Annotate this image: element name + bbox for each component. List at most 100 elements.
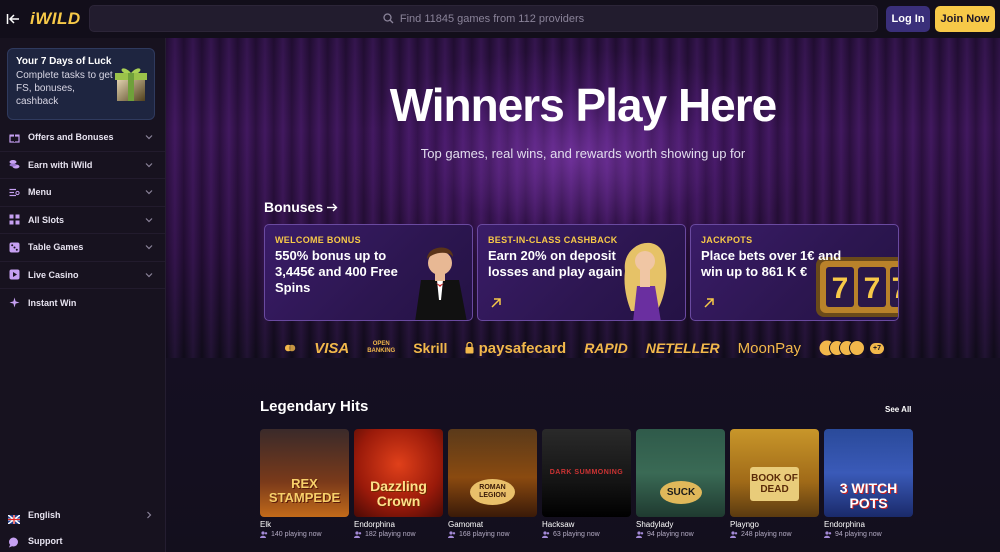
game-provider: Hacksaw	[542, 520, 575, 529]
play-icon	[8, 269, 20, 281]
sidebar-item-label: Offers and Bonuses	[28, 132, 114, 143]
users-icon	[824, 531, 832, 538]
chevron-down-icon	[145, 135, 153, 140]
chevron-down-icon	[145, 217, 153, 222]
sidebar-item-label: Live Casino	[28, 269, 79, 280]
more-crypto-badge: +7	[870, 342, 884, 354]
bonus-card-welcome[interactable]: WELCOME BONUS 550% bonus up to 3,445€ an…	[264, 224, 473, 321]
players-text: 140 playing now	[271, 531, 322, 538]
see-all-link[interactable]: See All	[885, 405, 911, 414]
players-count: 248 playing now	[730, 531, 819, 538]
hero-subtitle: Top games, real wins, and rewards worth …	[420, 146, 746, 161]
users-icon	[448, 531, 456, 538]
main-content: Winners Play Here Top games, real wins, …	[166, 38, 1000, 552]
players-count: 168 playing now	[448, 531, 537, 538]
site-logo[interactable]: iWILD	[30, 9, 81, 29]
sidebar-item-label: Instant Win	[28, 297, 77, 308]
users-icon	[260, 531, 268, 538]
bonus-card-jackpots[interactable]: 7 7 7 JACKPOTS Place bets over 1€ and wi…	[690, 224, 899, 321]
bonuses-title: Bonuses	[264, 199, 324, 215]
users-icon	[354, 531, 362, 538]
users-icon	[542, 531, 550, 538]
players-text: 182 playing now	[365, 531, 416, 538]
grid-icon	[8, 214, 20, 226]
game-card[interactable]: BOOK OF DEAD Playngo 248 playing now	[730, 429, 819, 538]
game-art-text: Dazzling Crown	[370, 478, 427, 509]
sidebar-item-instant-win[interactable]: Instant Win	[0, 289, 165, 317]
players-count: 94 playing now	[636, 531, 725, 538]
support-label: Support	[28, 536, 63, 546]
sidebar-item-label: Table Games	[28, 242, 84, 253]
users-icon	[636, 531, 644, 538]
sidebar: Your 7 Days of Luck Complete tasks to ge…	[0, 38, 166, 552]
luck-promo-card[interactable]: Your 7 Days of Luck Complete tasks to ge…	[7, 48, 155, 120]
payment-methods: VISA OPEN BANKING Skrill paysafecard RAP…	[284, 338, 884, 358]
sidebar-item-table-games[interactable]: Table Games	[0, 234, 165, 262]
game-card[interactable]: 3 WITCH POTS Endorphina 94 playing now	[824, 429, 913, 538]
players-count: 140 playing now	[260, 531, 349, 538]
bonuses-heading[interactable]: Bonuses	[264, 199, 338, 215]
search-icon	[383, 13, 394, 24]
game-thumbnail[interactable]: 3 WITCH POTS	[824, 429, 913, 517]
game-art-text: BOOK OF DEAD	[750, 467, 799, 501]
game-provider: Shadylady	[636, 520, 674, 529]
uk-flag-icon	[7, 511, 21, 525]
game-card[interactable]: Dazzling Crown Endorphina 182 playing no…	[354, 429, 443, 538]
dice-icon	[8, 241, 20, 253]
game-thumbnail[interactable]: DARK SUMMONING	[542, 429, 631, 517]
game-thumbnail[interactable]: Dazzling Crown	[354, 429, 443, 517]
star-icon	[8, 297, 20, 309]
game-provider: Endorphina	[824, 520, 865, 529]
join-button[interactable]: Join Now	[935, 6, 995, 32]
game-provider: Elk	[260, 520, 272, 529]
sidebar-item-label: All Slots	[28, 214, 65, 225]
chevron-down-icon	[145, 272, 153, 277]
game-card[interactable]: REX STAMPEDE Elk 140 playing now	[260, 429, 349, 538]
bonus-tag: BEST-IN-CLASS CASHBACK	[488, 235, 618, 245]
lock-icon	[465, 341, 474, 353]
game-card[interactable]: ROMAN LEGION Gamomat 168 playing now	[448, 429, 537, 538]
bonus-card-cashback[interactable]: BEST-IN-CLASS CASHBACK Earn 20% on depos…	[477, 224, 686, 321]
login-button[interactable]: Log In	[886, 6, 930, 32]
chat-icon	[8, 535, 20, 548]
visa-logo: VISA	[314, 339, 350, 357]
sidebar-item-offers[interactable]: Offers and Bonuses	[0, 124, 165, 152]
chevron-down-icon	[145, 162, 153, 167]
support-button[interactable]: Support	[0, 530, 165, 552]
game-art-text: 3 WITCH POTS	[839, 480, 898, 511]
sidebar-item-all-slots[interactable]: All Slots	[0, 207, 165, 234]
sidebar-menu: Offers and Bonuses Earn with iWild Menu …	[0, 124, 165, 317]
game-thumbnail[interactable]: SUCK	[636, 429, 725, 517]
users-icon	[730, 531, 738, 538]
crypto-logos: +7	[819, 340, 884, 356]
chevron-right-icon	[147, 511, 152, 519]
bonus-tag: WELCOME BONUS	[275, 235, 361, 245]
game-thumbnail[interactable]: ROMAN LEGION	[448, 429, 537, 517]
arrow-up-right-icon	[491, 298, 501, 308]
coins-icon	[8, 159, 20, 171]
svg-text:7: 7	[864, 272, 881, 305]
game-card[interactable]: SUCK Shadylady 94 playing now	[636, 429, 725, 538]
players-text: 94 playing now	[835, 531, 882, 538]
game-card[interactable]: DARK SUMMONING Hacksaw 63 playing now	[542, 429, 631, 538]
players-count: 94 playing now	[824, 531, 913, 538]
sidebar-item-earn[interactable]: Earn with iWild	[0, 152, 165, 179]
search-bar[interactable]: Find 11845 games from 112 providers	[89, 5, 878, 32]
arrow-right-icon	[327, 203, 338, 212]
collapse-sidebar-button[interactable]	[0, 0, 26, 38]
paysafecard-text: paysafecard	[478, 339, 567, 357]
sidebar-item-menu[interactable]: Menu	[0, 179, 165, 207]
chevron-down-icon	[145, 190, 153, 195]
language-selector[interactable]: English	[0, 504, 165, 526]
game-art-text: REX STAMPEDE	[268, 476, 341, 505]
crypto-coins-icon	[819, 340, 866, 356]
game-thumbnail[interactable]: BOOK OF DEAD	[730, 429, 819, 517]
players-text: 94 playing now	[647, 531, 694, 538]
sidebar-item-live-casino[interactable]: Live Casino	[0, 262, 165, 289]
neteller-logo: NETELLER	[645, 340, 720, 356]
game-art-text: DARK SUMMONING	[549, 469, 624, 476]
game-thumbnail[interactable]: REX STAMPEDE	[260, 429, 349, 517]
bonus-text: Place bets over 1€ and win up to 861 K €	[701, 248, 842, 279]
search-input[interactable]: Find 11845 games from 112 providers	[400, 13, 584, 25]
bonus-text: Earn 20% on deposit losses and play agai…	[488, 248, 623, 279]
